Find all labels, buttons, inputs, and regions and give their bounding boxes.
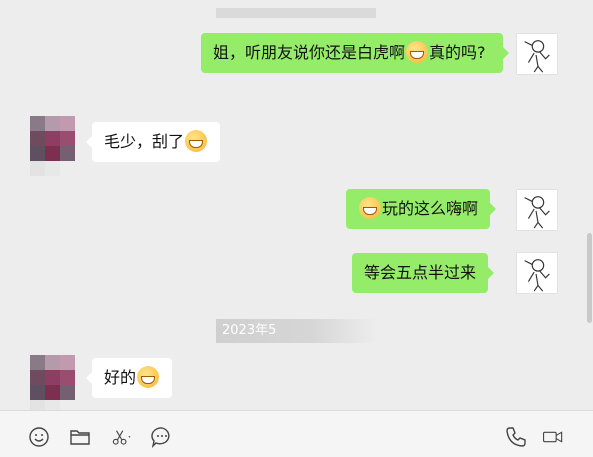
grin-emoji-icon bbox=[137, 366, 160, 388]
stick-figure-avatar-icon bbox=[524, 259, 550, 292]
message-bubble-self[interactable]: 姐，听朋友说你还是白虎啊 真的吗? bbox=[201, 33, 509, 73]
message-text: 等会五点半过来 bbox=[364, 263, 477, 282]
contact-avatar[interactable] bbox=[30, 355, 75, 410]
stick-figure-avatar-icon bbox=[524, 196, 550, 229]
phone-icon bbox=[506, 427, 526, 447]
message-text: 毛少，刮了 bbox=[104, 132, 185, 151]
message-bubble-other[interactable]: 好的 bbox=[85, 358, 173, 398]
emoji-icon bbox=[29, 427, 49, 447]
scrollbar[interactable] bbox=[587, 233, 592, 323]
chat-history-button[interactable] bbox=[149, 426, 175, 448]
grin-emoji-icon bbox=[185, 130, 208, 152]
stick-figure-avatar-icon bbox=[524, 40, 550, 73]
voice-call-button[interactable] bbox=[503, 426, 529, 448]
self-avatar[interactable] bbox=[516, 189, 558, 231]
message-text: 好的 bbox=[104, 368, 137, 387]
emoji-button[interactable] bbox=[26, 426, 52, 448]
chat-history-icon bbox=[151, 427, 170, 448]
message-text: 姐，听朋友说你还是白虎啊 bbox=[213, 43, 406, 62]
video-call-button[interactable] bbox=[539, 426, 567, 448]
contact-avatar[interactable] bbox=[30, 116, 75, 176]
chat-area: 姐，听朋友说你还是白虎啊 真的吗? 毛少，刮了 玩的这么嗨啊 等会五点半过来 20… bbox=[0, 0, 593, 410]
scissors-icon bbox=[112, 430, 131, 445]
laugh-cry-emoji-icon bbox=[359, 197, 381, 219]
message-bubble-self[interactable]: 等会五点半过来 bbox=[352, 253, 495, 293]
message-text: 真的吗? bbox=[429, 43, 486, 62]
message-bubble-other[interactable]: 毛少，刮了 bbox=[85, 122, 221, 162]
laugh-cry-emoji-icon bbox=[406, 41, 429, 63]
message-bubble-self[interactable]: 玩的这么嗨啊 bbox=[346, 189, 497, 229]
folder-icon bbox=[70, 430, 90, 445]
previous-message-edge bbox=[216, 8, 376, 18]
self-avatar[interactable] bbox=[516, 33, 558, 75]
send-file-button[interactable] bbox=[67, 426, 93, 448]
self-avatar[interactable] bbox=[516, 252, 558, 294]
input-toolbar bbox=[0, 411, 593, 457]
video-call-icon bbox=[543, 431, 563, 443]
screenshot-button[interactable] bbox=[108, 426, 136, 448]
timestamp: 2023年5 bbox=[216, 319, 376, 343]
message-text: 玩的这么嗨啊 bbox=[382, 199, 479, 218]
